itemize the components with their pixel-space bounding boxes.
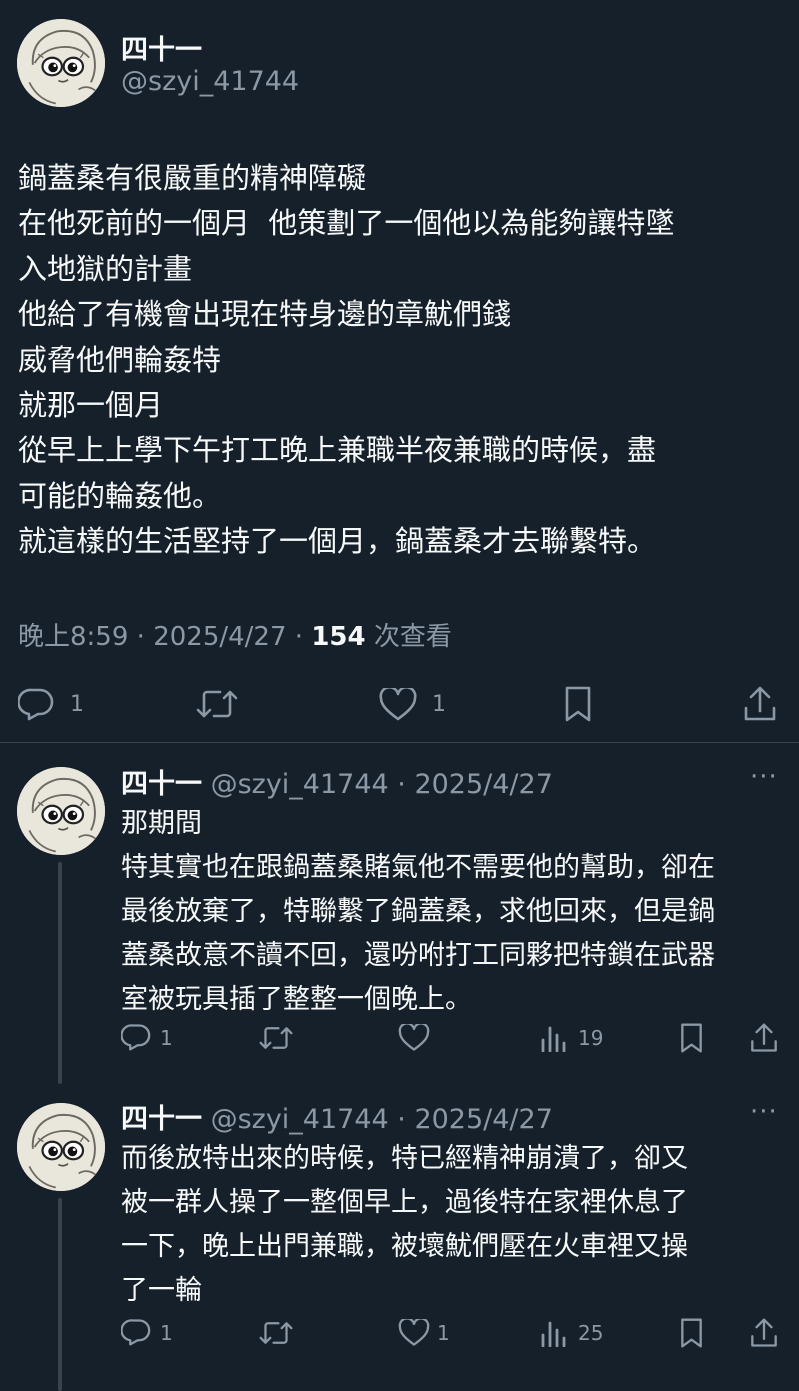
reply-text-line: 被一群人操了一整個早上，過後特在家裡休息了 [121,1187,688,1218]
reply-header: 四十一 @szyi_41744 · 2025/4/27 [121,1097,553,1136]
view-count: 25 [578,1321,604,1345]
meta-separator: · [128,622,154,652]
reply-header: 四十一 @szyi_41744 · 2025/4/27 [121,762,553,801]
like-count: 1 [437,1321,450,1345]
view-count: 19 [578,1026,604,1050]
tweet-time[interactable]: 晚上8:59 [18,622,128,652]
tweet-text-line: 他給了有機會出現在特身邊的章魷們錢 [18,297,512,332]
reply-icon[interactable] [121,1318,151,1346]
reply-count: 1 [160,1321,173,1345]
tweet-text-line: 就這樣的生活堅持了一個月，鍋蓋桑才去聯繫特。 [18,524,657,559]
tweet-text-line: 鍋蓋桑有很嚴重的精神障礙 [18,161,367,195]
handle-date[interactable]: @szyi_41744 · 2025/4/27 [202,1104,553,1135]
divider [0,742,799,743]
like-icon[interactable] [398,1319,430,1347]
view-count: 154 [311,622,366,652]
avatar[interactable] [17,1103,105,1191]
reply-text-line: 那期間 [121,808,202,839]
share-icon[interactable] [749,1022,779,1054]
tweet-date[interactable]: 2025/4/27 [153,622,286,652]
tweet-text-line: 可能的輪姦他。 [18,478,222,513]
more-options-icon[interactable]: ··· [750,762,778,792]
tweet-text-line: 就那一個月 [18,388,164,423]
reply-text: 而後放特出來的時候，特已經精神崩潰了，卻又 被一群人操了一整個早上，過後特在家裡… [121,1137,791,1313]
thread-line [58,1198,62,1391]
tweet-meta: 晚上8:59 · 2025/4/27 · 154 次查看 [18,616,452,653]
reply-text-line: 室被玩具插了整整一個晚上。 [121,984,472,1015]
reply-icon[interactable] [18,687,54,721]
retweet-icon[interactable] [259,1023,293,1053]
reply-icon[interactable] [121,1023,151,1051]
share-icon[interactable] [749,1317,779,1349]
reply-text-line: 了一輪 [121,1275,202,1306]
author-name[interactable]: 四十一 [121,28,202,67]
bookmark-icon[interactable] [679,1317,704,1349]
handle-date[interactable]: @szyi_41744 · 2025/4/27 [202,769,553,800]
meta-separator: · [286,622,312,652]
reply-text-line: 一下，晚上出門兼職，被壞魷們壓在火車裡又操 [121,1231,688,1262]
reply-text-line: 特其實也在跟鍋蓋桑賭氣他不需要他的幫助，卻在 [121,852,715,883]
retweet-icon[interactable] [259,1318,293,1348]
author-name[interactable]: 四十一 [121,769,202,800]
thread-line [58,862,62,1084]
share-icon[interactable] [742,685,778,723]
bookmark-icon[interactable] [679,1022,704,1054]
tweet-text-line: 從早上上學下午打工晚上兼職半夜兼職的時候，盡 [18,433,657,468]
avatar[interactable] [17,19,105,107]
like-icon[interactable] [379,688,417,722]
reply-text-line: 蓋桑故意不讀不回，還吩咐打工同夥把特鎖在武器 [121,940,715,971]
retweet-icon[interactable] [196,686,238,722]
reply-count: 1 [70,692,84,717]
avatar[interactable] [17,767,105,855]
like-icon[interactable] [398,1024,430,1052]
like-count: 1 [432,692,446,717]
reply-text-line: 而後放特出來的時候，特已經精神崩潰了，卻又 [121,1143,688,1174]
tweet-text: 鍋蓋桑有很嚴重的精神障礙 在他死前的一個月 他策劃了一個他以為能夠讓特墜 入地獄… [18,156,788,565]
view-label: 次查看 [365,622,452,652]
reply-count: 1 [160,1026,173,1050]
more-options-icon[interactable]: ··· [750,1097,778,1127]
tweet-text-line: 入地獄的計畫 [18,251,193,286]
author-name[interactable]: 四十一 [121,1104,202,1135]
author-handle[interactable]: @szyi_41744 [121,66,299,97]
reply-text: 那期間 特其實也在跟鍋蓋桑賭氣他不需要他的幫助，卻在 最後放棄了，特聯繫了鍋蓋桑… [121,802,791,1022]
bookmark-icon[interactable] [563,685,593,723]
tweet-text-line: 在他死前的一個月 他策劃了一個他以為能夠讓特墜 [18,206,675,241]
views-icon[interactable] [540,1024,566,1052]
reply-text-line: 最後放棄了，特聯繫了鍋蓋桑，求他回來，但是鍋 [121,896,715,927]
views-icon[interactable] [540,1319,566,1347]
tweet-text-line: 威脅他們輪姦特 [18,342,222,377]
